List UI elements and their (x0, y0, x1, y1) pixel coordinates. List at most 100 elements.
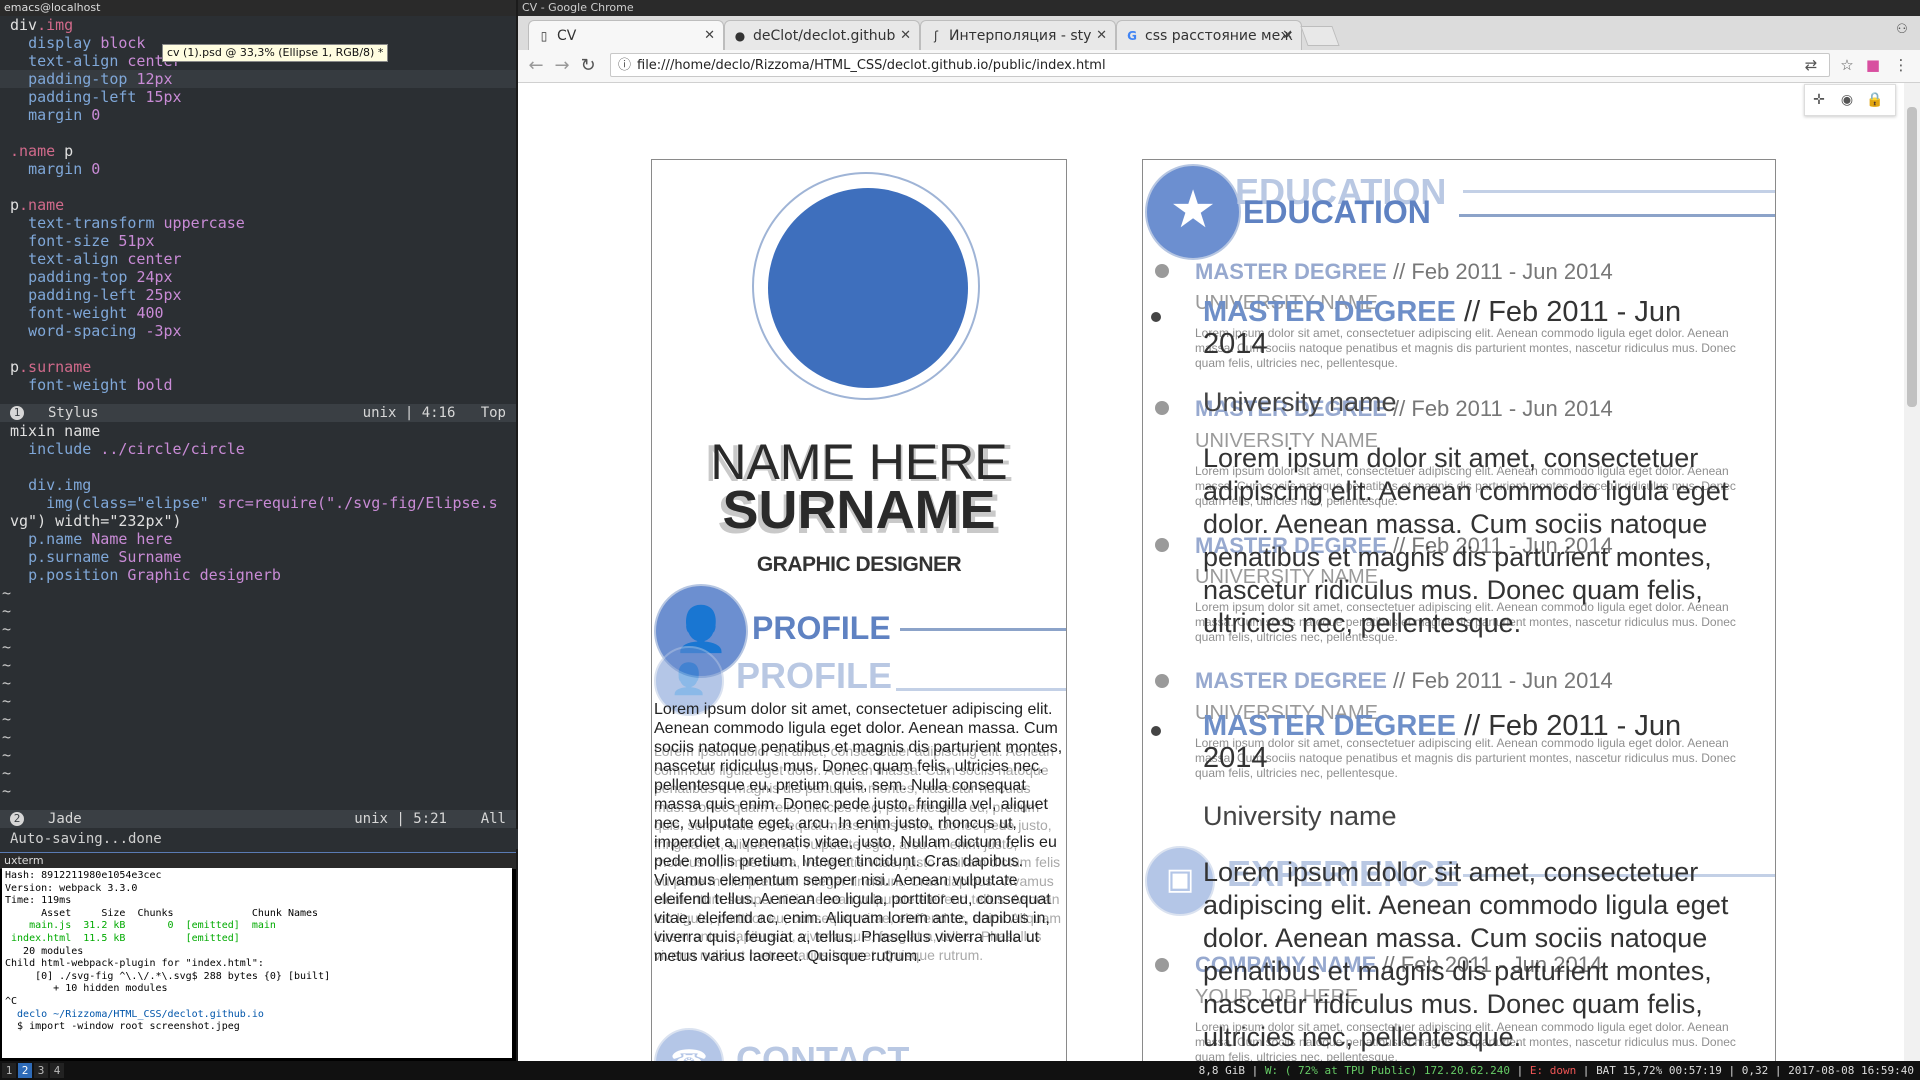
code-line[interactable]: include ../circle/circle (0, 440, 516, 458)
eye-icon[interactable]: ◉ (1833, 85, 1861, 115)
tooltip: cv (1).psd @ 33,3% (Ellipse 1, RGB/8) * (162, 44, 389, 62)
window-number: 1 (10, 406, 24, 420)
major-mode: Jade (48, 811, 82, 827)
uxterm-title: uxterm (0, 852, 516, 869)
address-bar[interactable]: ⓘ file:///home/declo/Rizzoma/HTML_CSS/de… (610, 53, 1830, 77)
scrollbar[interactable] (1904, 83, 1920, 1061)
degree-label: MASTER DEGREE (1195, 259, 1387, 284)
code-line[interactable]: vg") width="232px") (0, 512, 516, 530)
code-line[interactable]: mixin name (0, 422, 516, 440)
page-viewport[interactable]: NAME HERE NAME HERE SURNAME SURNAME GRAP… (518, 83, 1904, 1061)
scroll-position: Top (480, 405, 506, 421)
uxterm-window[interactable]: uxterm Hash: 8912211980e1054e3cec Version… (0, 852, 516, 1061)
code-line[interactable]: text-transform uppercase (0, 214, 516, 232)
code-line[interactable]: .name p (0, 142, 516, 160)
code-line[interactable]: div.img (0, 476, 516, 494)
code-line[interactable]: padding-left 15px (0, 88, 516, 106)
code-line[interactable]: padding-top 12px (0, 70, 516, 88)
code-line[interactable]: font-weight bold (0, 376, 516, 394)
empty-line-tilde: ~ (2, 782, 12, 800)
encoding: unix (362, 405, 397, 421)
close-icon[interactable]: ✕ (1096, 21, 1107, 50)
workspace-4[interactable]: 4 (50, 1063, 64, 1078)
code-line[interactable]: margin 0 (0, 160, 516, 178)
browser-toolbar: ← → ↻ ⓘ file:///home/declo/Rizzoma/HTML_… (518, 50, 1920, 83)
timeline-dot (1155, 958, 1169, 972)
emacs-window: emacs@localhost div.img display block te… (0, 0, 526, 852)
code-line[interactable] (0, 340, 516, 358)
code-line[interactable]: p.name (0, 196, 516, 214)
tab-label: CV (557, 28, 577, 44)
empty-line-tilde: ~ (2, 620, 12, 638)
empty-line-tilde: ~ (2, 746, 12, 764)
code-line[interactable]: margin 0 (0, 106, 516, 124)
code-line[interactable]: p.surname Surname (0, 548, 516, 566)
plus-icon[interactable]: ✛ (1805, 85, 1833, 115)
code-line[interactable]: text-align center (0, 250, 516, 268)
profile-text: Lorem ipsum dolor sit amet, consectetuer… (654, 701, 1063, 965)
tab-label: Интерполяция - sty (949, 28, 1092, 44)
bookmark-star-icon[interactable]: ☆ (1836, 54, 1858, 76)
datetime: 2017-08-08 16:59:40 (1788, 1064, 1914, 1077)
degree-title: MASTER DEGREE // Feb 2011 - Jun 2014 (1195, 259, 1613, 285)
code-line[interactable]: p.surname (0, 358, 516, 376)
year-wrap: 2014 (1203, 742, 1268, 774)
tab-cv[interactable]: ▯ CV ✕ (528, 20, 724, 50)
profile-heading: PROFILE (752, 610, 891, 646)
timeline-dot (1155, 401, 1169, 415)
load: 0,32 (1741, 1064, 1769, 1077)
code-line[interactable] (0, 458, 516, 476)
close-icon[interactable]: ✕ (900, 21, 911, 50)
workspace-1[interactable]: 1 (2, 1063, 16, 1078)
code-line[interactable]: font-weight 400 (0, 304, 516, 322)
code-line[interactable]: p.position Graphic designerb (0, 566, 516, 584)
degree-date: // Feb 2011 - Jun 2014 (1393, 668, 1613, 693)
menu-icon[interactable]: ⋮ (1890, 54, 1912, 76)
empty-line-tilde: ~ (2, 602, 12, 620)
status-line: 8,8 GiB | W: ( 72% at TPU Public) 172.20… (1198, 1064, 1914, 1077)
extension-icon[interactable]: ■ (1862, 54, 1884, 76)
reload-icon[interactable]: ↻ (576, 54, 600, 78)
code-line[interactable]: p.name Name here (0, 530, 516, 548)
timeline-dot (1155, 538, 1169, 552)
terminal-line: [0] ./svg-fig ^\.\/.*\.svg$ 288 bytes {0… (5, 970, 331, 982)
code-line[interactable] (0, 178, 516, 196)
scroll-thumb[interactable] (1907, 107, 1917, 407)
code-line[interactable]: font-size 51px (0, 232, 516, 250)
code-line[interactable]: div.img (0, 16, 516, 34)
tab-stylus[interactable]: ʃ Интерполяция - sty ✕ (920, 20, 1116, 50)
profile-line (900, 628, 1066, 631)
timeline-dot (1155, 674, 1169, 688)
close-icon[interactable]: ✕ (704, 21, 715, 50)
jade-modeline: 2 Jade unix | 5:21 All (0, 810, 516, 828)
code-line[interactable]: padding-left 25px (0, 286, 516, 304)
empty-line-tilde: ~ (2, 584, 12, 602)
code-line[interactable]: word-spacing -3px (0, 322, 516, 340)
stylus-buffer[interactable]: div.img display block text-align center … (0, 16, 516, 412)
tab-strip: ▯ CV ✕ ● deClot/declot.github ✕ ʃ Интерп… (518, 16, 1920, 50)
tab-google[interactable]: G css расстояние меж ✕ (1116, 20, 1302, 50)
terminal-line: $ import -window root screenshot.jpeg (5, 1021, 240, 1033)
close-icon[interactable]: ✕ (1282, 21, 1293, 50)
chrome-title: CV - Google Chrome (518, 0, 1920, 16)
code-line[interactable]: padding-top 24px (0, 268, 516, 286)
info-icon[interactable]: ⓘ (618, 54, 631, 78)
tab-github[interactable]: ● deClot/declot.github ✕ (724, 20, 920, 50)
back-icon[interactable]: ← (524, 54, 548, 78)
code-line[interactable] (0, 124, 516, 142)
forward-icon[interactable]: → (550, 54, 574, 78)
degree-label: MASTER DEGREE (1195, 668, 1387, 693)
translate-icon[interactable]: ⇄ (1800, 54, 1822, 76)
degree-date: // Feb 2011 - Jun (1464, 296, 1682, 328)
lock-icon[interactable]: 🔒 (1861, 85, 1889, 115)
terminal-output[interactable]: Hash: 8912211980e1054e3cec Version: webpa… (2, 868, 512, 1058)
new-tab-button[interactable] (1300, 26, 1340, 46)
profile-icon[interactable]: ⚇ (1894, 22, 1910, 38)
cv-surname: SURNAME (722, 480, 996, 540)
workspace-3[interactable]: 3 (34, 1063, 48, 1078)
cv-left-column: NAME HERE NAME HERE SURNAME SURNAME GRAP… (651, 159, 1067, 1061)
jade-buffer[interactable]: mixin name include ../circle/circle div.… (0, 422, 516, 810)
workspace-2[interactable]: 2 (18, 1063, 32, 1078)
terminal-line: Child html-webpack-plugin for "index.htm… (5, 958, 264, 970)
code-line[interactable]: img(class="elipse" src=require("./svg-fi… (0, 494, 516, 512)
